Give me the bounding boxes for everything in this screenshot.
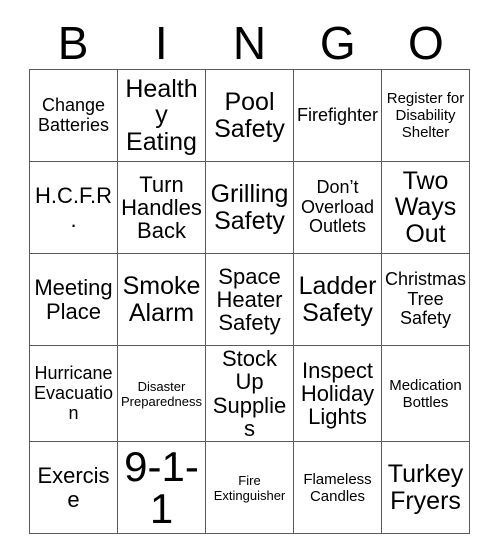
bingo-cell-label: Meeting Place [34, 275, 113, 324]
bingo-cell-label: Medication Bottles [389, 376, 462, 411]
bingo-cell[interactable]: Firefighter [293, 69, 382, 162]
bingo-cell[interactable]: Space Heater Safety [205, 253, 294, 346]
bingo-row: Change Batteries Healthy Eating Pool Saf… [29, 69, 470, 162]
bingo-cell-label: Hurricane Evacuation [33, 362, 114, 423]
bingo-cell[interactable]: Healthy Eating [117, 69, 206, 162]
bingo-cell[interactable]: Christmas Tree Safety [381, 253, 470, 346]
bingo-cell[interactable]: Don’t Overload Outlets [293, 161, 382, 254]
bingo-header-letter-o: O [408, 16, 444, 69]
bingo-cell-label: 9-1-1 [124, 442, 199, 532]
bingo-cell[interactable]: Pool Safety [205, 69, 294, 162]
bingo-cell-label: Register for Disability Shelter [386, 89, 465, 142]
bingo-cell[interactable]: Flameless Candles [293, 441, 382, 535]
bingo-cell[interactable]: Hurricane Evacuation [29, 344, 118, 443]
bingo-cell[interactable]: Ladder Safety [293, 253, 382, 346]
bingo-cell[interactable]: H.C.F.R. [29, 161, 118, 254]
bingo-cell[interactable]: Fire Extinguisher [205, 441, 294, 535]
bingo-header-letter-i: I [154, 16, 168, 69]
bingo-cell-label: H.C.F.R. [35, 183, 112, 232]
bingo-cell-label: Don’t Overload Outlets [300, 176, 375, 237]
bingo-cell-label: Space Heater Safety [216, 263, 283, 336]
bingo-cell-label: Healthy Eating [125, 74, 198, 156]
bingo-cell[interactable]: Exercise [29, 441, 118, 535]
bingo-row: H.C.F.R. Turn Handles Back Grilling Safe… [29, 161, 470, 254]
bingo-header-letter-g: G [319, 16, 356, 69]
bingo-card: B I N G O Change Batteries Healthy Eatin… [0, 0, 500, 544]
bingo-cell[interactable]: Inspect Holiday Lights [293, 344, 382, 443]
bingo-cell-label: Disaster Preparedness [121, 378, 202, 409]
bingo-row: Exercise 9-1-1 Fire Extinguisher Flamele… [29, 441, 470, 535]
bingo-cell[interactable]: Stock Up Supplies [205, 344, 294, 443]
bingo-cell-label: Stock Up Supplies [212, 346, 287, 441]
bingo-cell-label: Two Ways Out [394, 166, 457, 248]
bingo-cell-label: Exercise [37, 463, 110, 512]
bingo-cell-label: Christmas Tree Safety [384, 268, 466, 329]
bingo-cell[interactable]: Meeting Place [29, 253, 118, 346]
bingo-cell-label: Inspect Holiday Lights [300, 357, 375, 430]
bingo-cell-label: Turkey Fryers [387, 460, 464, 515]
bingo-cell[interactable]: Turkey Fryers [381, 441, 470, 535]
bingo-cell-label: Smoke Alarm [122, 272, 201, 327]
bingo-cell-label: Change Batteries [37, 94, 110, 135]
bingo-cell-label: Pool Safety [214, 88, 285, 143]
bingo-cell[interactable]: Grilling Safety [205, 161, 294, 254]
bingo-grid: Change Batteries Healthy Eating Pool Saf… [29, 69, 470, 535]
bingo-cell[interactable]: 9-1-1 [117, 441, 206, 535]
bingo-header-row: B I N G O [29, 18, 470, 69]
bingo-cell[interactable]: Medication Bottles [381, 344, 470, 443]
bingo-row: Meeting Place Smoke Alarm Space Heater S… [29, 253, 470, 346]
bingo-row: Hurricane Evacuation Disaster Preparedne… [29, 344, 470, 443]
bingo-cell-label: Grilling Safety [210, 180, 289, 235]
bingo-cell-label: Fire Extinguisher [213, 472, 286, 503]
bingo-cell[interactable]: Change Batteries [29, 69, 118, 162]
bingo-header-letter-b: B [57, 16, 89, 69]
bingo-cell-label: Ladder Safety [298, 272, 377, 327]
bingo-cell[interactable]: Smoke Alarm [117, 253, 206, 346]
bingo-cell-label: Firefighter [296, 104, 379, 125]
bingo-cell-label: Flameless Candles [303, 470, 372, 505]
bingo-cell[interactable]: Turn Handles Back [117, 161, 206, 254]
bingo-cell[interactable]: Two Ways Out [381, 161, 470, 254]
bingo-header-letter-n: N [232, 16, 267, 69]
bingo-cell[interactable]: Disaster Preparedness [117, 344, 206, 443]
bingo-cell[interactable]: Register for Disability Shelter [381, 69, 470, 162]
bingo-cell-label: Turn Handles Back [121, 171, 202, 244]
